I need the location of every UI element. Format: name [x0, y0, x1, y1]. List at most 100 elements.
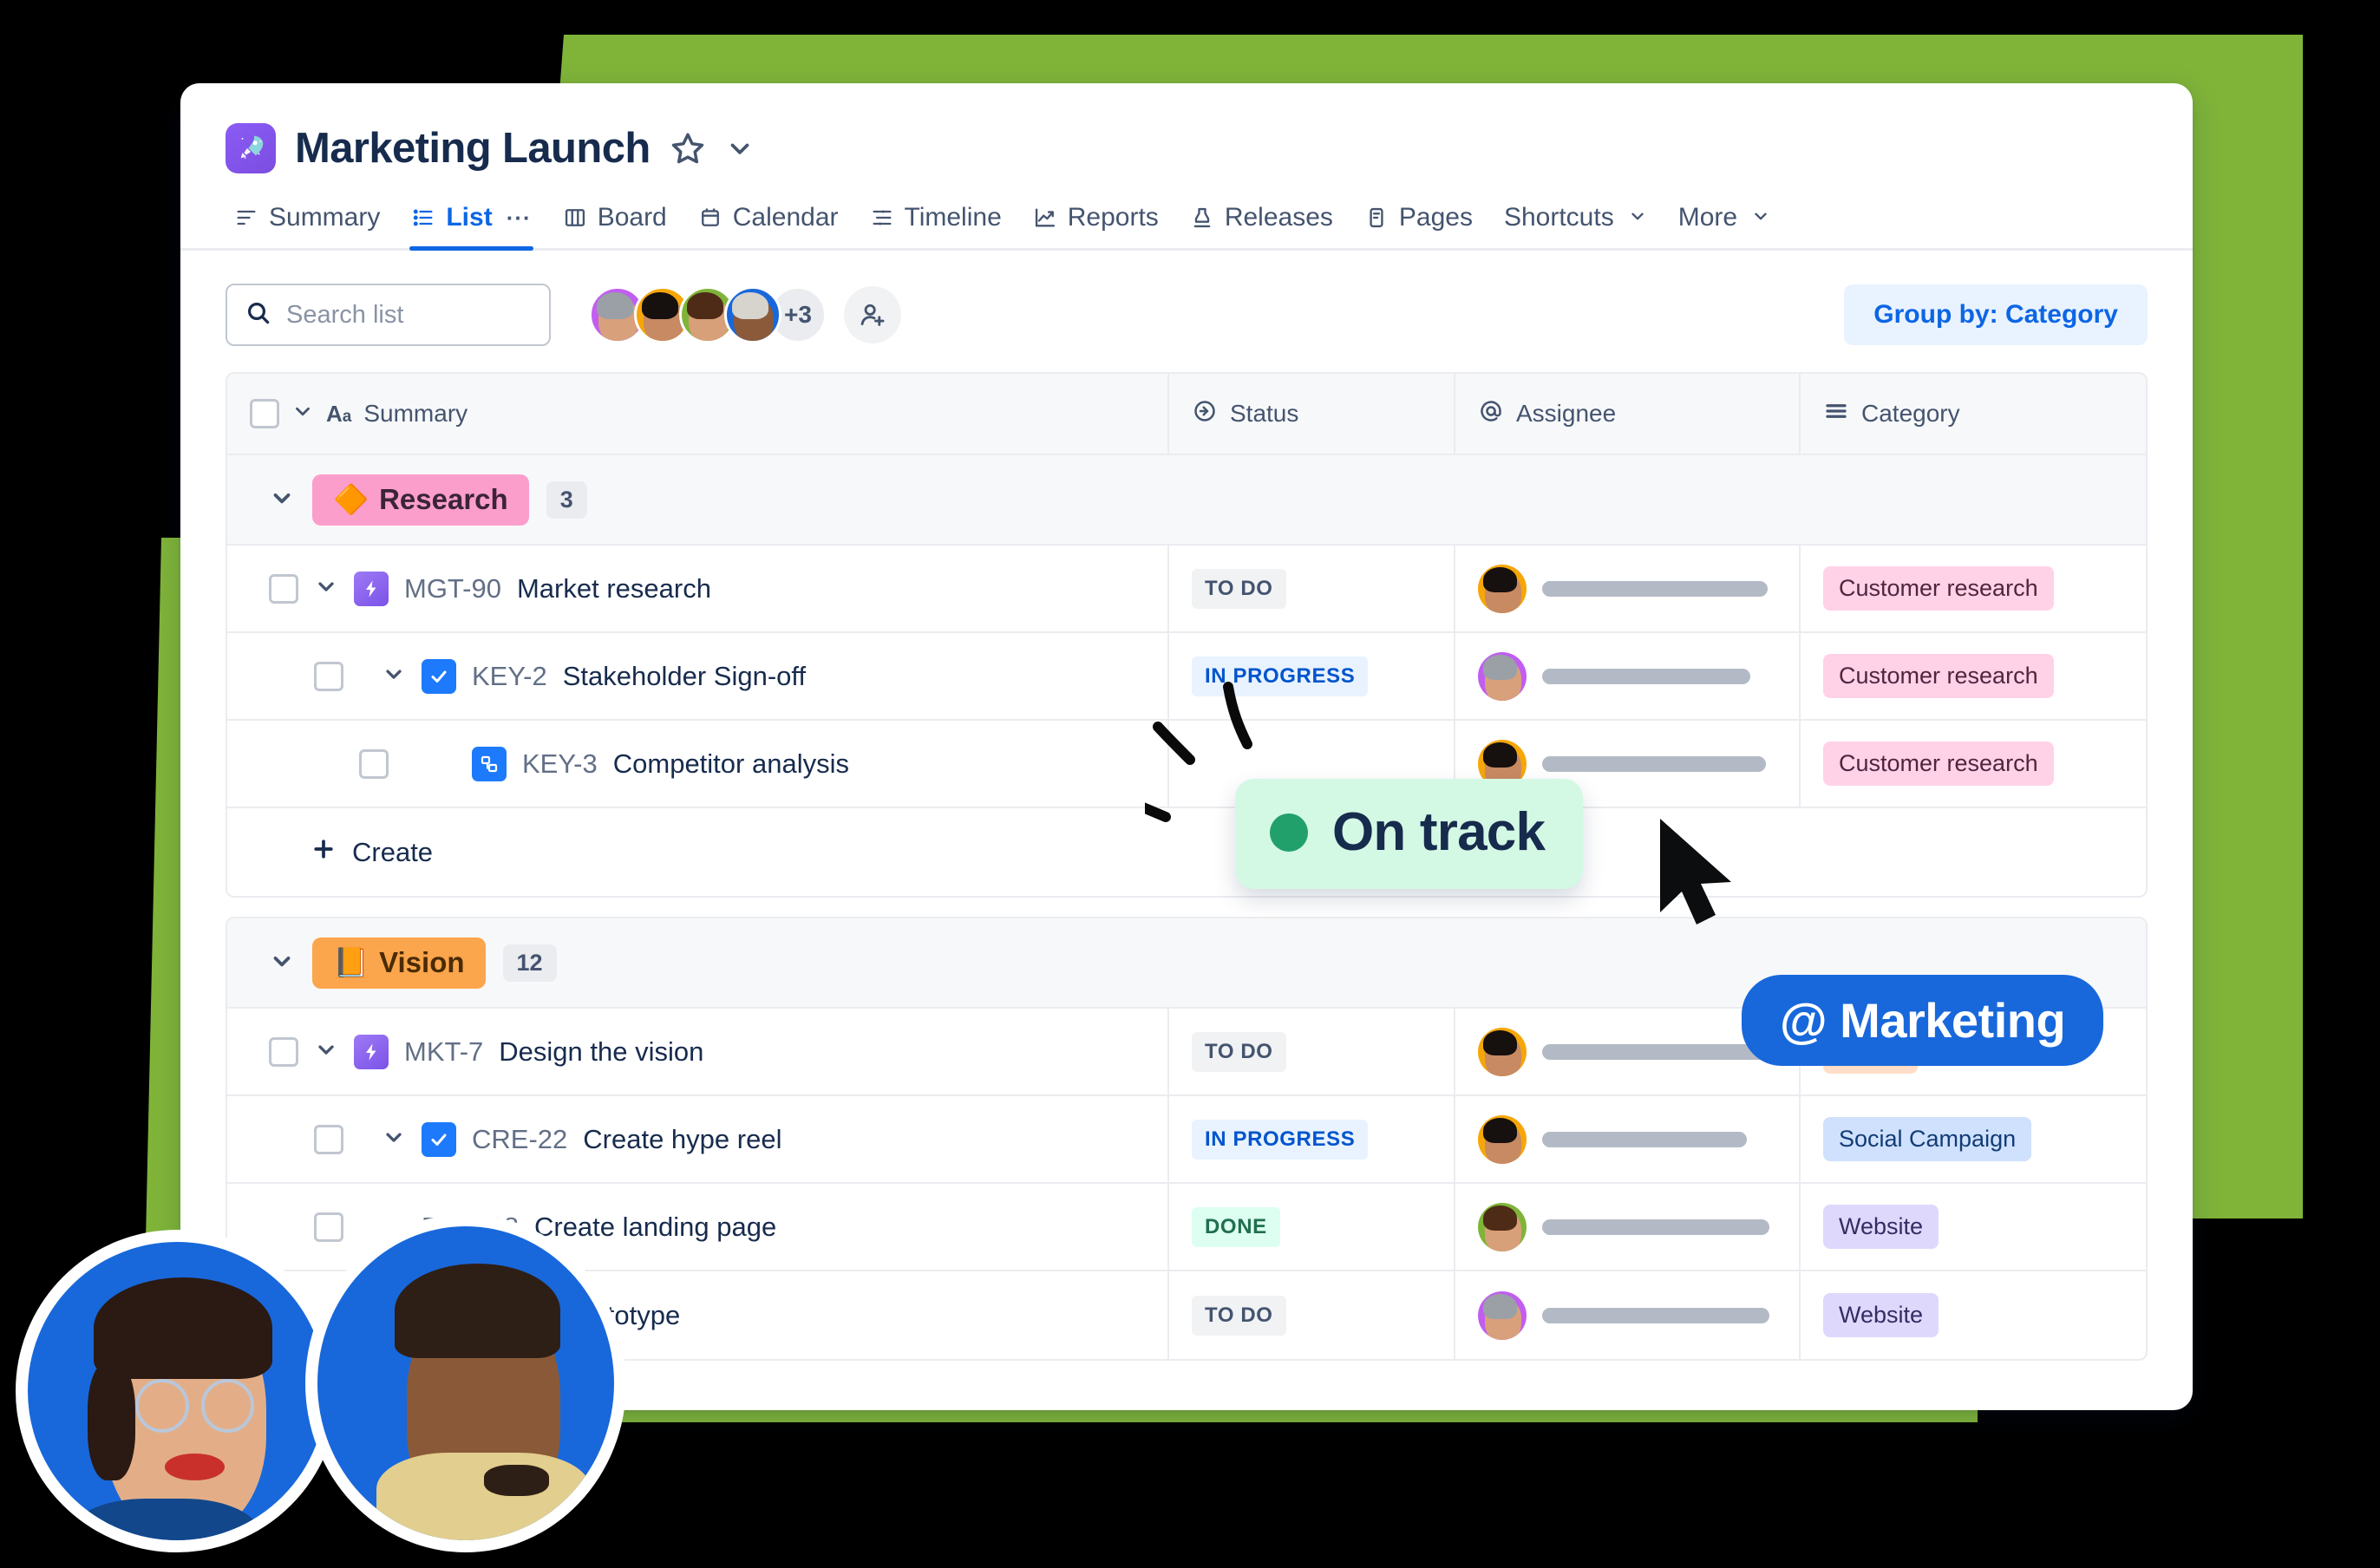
search-placeholder: Search list	[286, 300, 404, 329]
status-badge[interactable]: TO DO	[1192, 568, 1286, 609]
issue-key[interactable]: KEY-2	[472, 661, 547, 692]
assignee-cell[interactable]	[1478, 1114, 1747, 1164]
chevron-down-icon[interactable]	[382, 662, 406, 690]
group-by-button[interactable]: Group by: Category	[1844, 284, 2148, 345]
column-header-status[interactable]: Status	[1167, 374, 1454, 454]
screenshot-stage: Marketing Launch Summary List ··· Board …	[0, 0, 2380, 1568]
table-row[interactable]: KEY-2 Stakeholder Sign-off IN PROGRESS C…	[227, 633, 2146, 721]
row-checkbox[interactable]	[269, 1036, 298, 1067]
tab-board[interactable]: Board	[547, 198, 683, 248]
at-icon	[1478, 398, 1504, 430]
search-icon	[245, 299, 272, 331]
issue-key[interactable]: KEY-3	[522, 748, 598, 780]
tab-more[interactable]: More	[1663, 198, 1786, 248]
group-count: 3	[546, 480, 587, 519]
issue-key[interactable]: MGT-90	[404, 573, 501, 604]
group-research: 🔶 Research 3 MGT-90 Market research TO D…	[226, 455, 2148, 898]
issue-summary[interactable]: Design the vision	[499, 1036, 703, 1068]
category-tag[interactable]: Customer research	[1823, 566, 2054, 611]
assignee-cell[interactable]	[1478, 1027, 1769, 1076]
chevron-down-icon[interactable]	[314, 574, 338, 603]
tab-timeline[interactable]: Timeline	[854, 198, 1017, 248]
chevron-down-icon[interactable]	[1628, 203, 1647, 232]
chevron-down-icon[interactable]	[1751, 203, 1770, 232]
tab-label: Shortcuts	[1503, 203, 1614, 232]
category-tag[interactable]: Website	[1823, 1205, 1939, 1249]
table-row[interactable]: CRE-22 Create hype reel IN PROGRESS Soci…	[227, 1096, 2146, 1184]
status-badge[interactable]	[1192, 756, 1218, 772]
status-badge[interactable]: IN PROGRESS	[1192, 656, 1369, 696]
star-icon[interactable]	[670, 130, 706, 167]
status-badge[interactable]: TO DO	[1192, 1031, 1286, 1072]
chevron-down-icon[interactable]	[314, 1037, 338, 1066]
issue-summary[interactable]: Create hype reel	[583, 1124, 781, 1155]
tab-shortcuts[interactable]: Shortcuts	[1488, 198, 1663, 248]
list-toolbar: Search list +3 Group by: Category	[180, 251, 2193, 372]
avatar	[1478, 1114, 1527, 1164]
group-pill[interactable]: 📙 Vision	[312, 937, 486, 989]
mouse-pointer-icon	[1660, 819, 1731, 924]
text-format-icon: Aa	[326, 400, 352, 427]
status-badge[interactable]: TO DO	[1192, 1295, 1286, 1336]
table-row[interactable]: MGT-90 Market research TO DO Customer re…	[227, 546, 2146, 633]
tab-summary[interactable]: Summary	[219, 198, 396, 248]
column-header-summary[interactable]: Aa Summary	[227, 374, 1167, 454]
tab-calendar[interactable]: Calendar	[683, 198, 854, 248]
issue-summary[interactable]: Market research	[517, 573, 711, 604]
row-checkbox[interactable]	[359, 748, 389, 779]
issue-summary[interactable]: Stakeholder Sign-off	[563, 661, 806, 692]
rocket-icon	[226, 123, 276, 173]
status-badge[interactable]: IN PROGRESS	[1192, 1119, 1369, 1160]
chevron-down-icon[interactable]	[291, 400, 314, 428]
issue-summary[interactable]: Competitor analysis	[613, 748, 849, 780]
group-pill[interactable]: 🔶 Research	[312, 474, 529, 526]
tab-overflow-icon[interactable]: ···	[507, 205, 532, 232]
column-label: Summary	[363, 400, 468, 427]
avatar-photo	[317, 1226, 614, 1540]
diamond-icon: 🔶	[333, 482, 369, 515]
assignee-cell[interactable]	[1478, 564, 1768, 613]
create-issue-row[interactable]: Create	[227, 808, 2146, 896]
tab-label: Reports	[1067, 203, 1159, 232]
avatar[interactable]	[724, 286, 781, 343]
avatar	[16, 1230, 338, 1552]
search-input[interactable]: Search list	[226, 284, 551, 346]
category-tag[interactable]: Social Campaign	[1823, 1117, 2032, 1161]
add-person-icon[interactable]	[844, 286, 901, 343]
assignee-cell[interactable]	[1478, 1202, 1769, 1251]
avatar	[1478, 651, 1527, 701]
column-header-category[interactable]: Category	[1799, 374, 2146, 454]
tab-releases[interactable]: Releases	[1174, 198, 1349, 248]
avatar	[1478, 1027, 1527, 1076]
column-header-assignee[interactable]: Assignee	[1454, 374, 1799, 454]
assignee-name-placeholder	[1542, 1307, 1769, 1323]
assignee-cell[interactable]	[1478, 1290, 1769, 1340]
issue-key[interactable]: MKT-7	[404, 1036, 483, 1068]
status-arrow-icon	[1192, 398, 1218, 430]
category-tag[interactable]: Customer research	[1823, 742, 2054, 786]
row-checkbox[interactable]	[314, 1124, 343, 1154]
assignee-cell[interactable]	[1478, 651, 1750, 701]
row-checkbox[interactable]	[269, 573, 298, 604]
status-badge[interactable]: DONE	[1192, 1206, 1280, 1247]
chevron-down-icon[interactable]	[269, 948, 295, 978]
tab-reports[interactable]: Reports	[1017, 198, 1174, 248]
row-checkbox[interactable]	[314, 661, 343, 691]
project-menu-chevron-down-icon[interactable]	[725, 134, 755, 163]
epic-type-icon	[354, 1034, 389, 1069]
tab-pages[interactable]: Pages	[1349, 198, 1488, 248]
select-all-checkbox[interactable]	[250, 399, 279, 428]
group-header[interactable]: 🔶 Research 3	[227, 455, 2146, 546]
on-track-tooltip[interactable]: On track	[1235, 779, 1584, 889]
tab-label: Timeline	[904, 203, 1002, 232]
category-tag[interactable]: Customer research	[1823, 654, 2054, 698]
plus-icon	[311, 836, 337, 869]
marketing-mention-pill[interactable]: @ Marketing	[1742, 975, 2104, 1066]
epic-type-icon	[354, 571, 389, 606]
category-tag[interactable]: Website	[1823, 1293, 1939, 1337]
issue-key[interactable]: CRE-22	[472, 1124, 567, 1155]
tab-list[interactable]: List ···	[396, 198, 546, 251]
table-row[interactable]: KEY-3 Competitor analysis Customer resea…	[227, 721, 2146, 808]
chevron-down-icon[interactable]	[382, 1125, 406, 1153]
chevron-down-icon[interactable]	[269, 485, 295, 515]
